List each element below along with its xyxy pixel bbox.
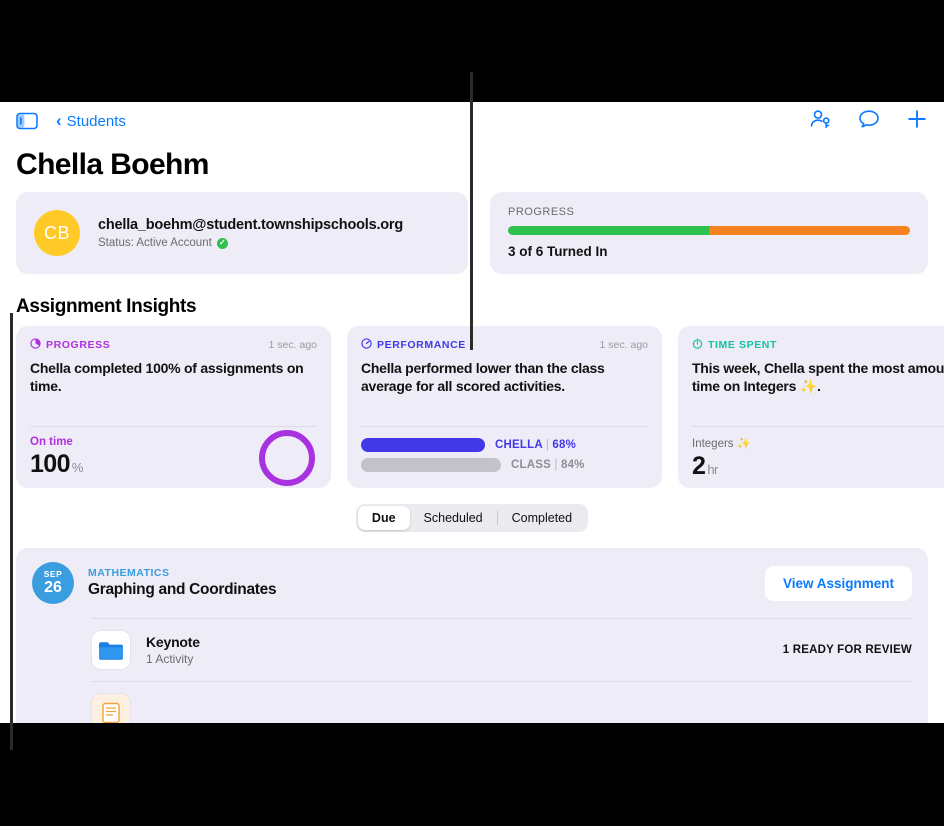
tab-due[interactable]: Due <box>357 506 410 530</box>
account-email: chella_boehm@student.townshipschools.org <box>98 217 404 233</box>
insight-kicker-label: PERFORMANCE <box>377 339 466 351</box>
progress-label: PROGRESS <box>508 206 575 218</box>
performance-legend-class-value: 84% <box>560 459 585 471</box>
performance-bar-row-student: CHELLA | 68% <box>361 438 648 452</box>
account-status-label: Status: Active Account <box>98 237 212 249</box>
filter-tabs: Due Scheduled Completed <box>355 504 589 532</box>
assignment-subject: MATHEMATICS <box>88 567 170 579</box>
performance-bar-class <box>361 458 501 472</box>
performance-legend-separator: | <box>545 439 550 451</box>
insight-divider <box>692 426 944 427</box>
insight-footer: Integers ✨ 2 hr <box>692 436 944 481</box>
assignment-header: SEP 26 MATHEMATICS Graphing and Coordina… <box>16 548 928 618</box>
insight-header: PROGRESS 1 sec. ago <box>30 338 317 352</box>
back-to-students-link[interactable]: ‹ Students <box>56 111 126 130</box>
account-status: Status: Active Account ✓ <box>98 237 403 249</box>
insight-kicker-time-spent: TIME SPENT <box>692 338 777 352</box>
activity-name: Keynote <box>146 634 200 650</box>
insight-footer: CHELLA | 68% CLASS | 84% <box>361 436 648 472</box>
speedometer-icon <box>361 338 372 352</box>
activity-row-pages[interactable] <box>16 682 928 723</box>
performance-legend-student: CHELLA | 68% <box>495 439 576 451</box>
account-card: CB chella_boehm@student.townshipschools.… <box>16 192 468 274</box>
progress-segment-turned-in <box>508 226 709 235</box>
measurement-line-vertical-left <box>10 313 13 750</box>
progress-segment-remaining <box>709 226 910 235</box>
insight-body-text: Chella completed 100% of assignments on … <box>30 360 304 395</box>
performance-legend-separator: | <box>554 459 558 471</box>
activity-row-keynote[interactable]: Keynote 1 Activity 1 READY FOR REVIEW <box>16 619 928 681</box>
measurement-line-vertical-top <box>470 72 473 350</box>
performance-legend-class: CLASS | 84% <box>511 459 585 471</box>
screenshot-root: ‹ Students Chella Boehm CB chella_boehm@… <box>0 0 944 826</box>
account-details: chella_boehm@student.townshipschools.org… <box>98 217 403 249</box>
progress-summary: 3 of 6 Turned In <box>508 244 608 259</box>
assignment-meta: MATHEMATICS Graphing and Coordinates <box>88 567 277 599</box>
pages-document-icon <box>92 694 130 723</box>
insight-timestamp: 1 sec. ago <box>599 339 648 351</box>
progress-bar <box>508 226 910 235</box>
progress-pie-icon <box>30 338 41 352</box>
assignment-date-day: 26 <box>44 578 62 596</box>
plus-icon[interactable] <box>906 108 928 135</box>
performance-bar-student <box>361 438 485 452</box>
assignment-date-badge: SEP 26 <box>32 562 74 604</box>
progress-card: PROGRESS 3 of 6 Turned In <box>490 192 928 274</box>
activity-status: 1 READY FOR REVIEW <box>782 644 912 656</box>
filter-tabs-wrapper: Due Scheduled Completed <box>0 488 944 542</box>
performance-legend-student-value: 68% <box>552 439 577 451</box>
insight-header: PERFORMANCE 1 sec. ago <box>361 338 648 352</box>
insight-kicker-performance: PERFORMANCE <box>361 338 466 352</box>
sidebar-toggle-icon[interactable] <box>16 112 38 130</box>
assignment-card: SEP 26 MATHEMATICS Graphing and Coordina… <box>16 548 928 723</box>
tab-completed[interactable]: Completed <box>498 506 586 530</box>
insight-card-time-spent[interactable]: TIME SPENT 1 This week, Chella spent the… <box>678 326 944 488</box>
insight-body-text: Chella performed lower than the class av… <box>361 360 605 395</box>
insight-metric-value: 2 hr <box>692 452 944 481</box>
add-person-icon[interactable] <box>810 109 832 134</box>
progress-ring <box>259 430 315 486</box>
insight-metric-number: 2 <box>692 452 706 480</box>
insight-timestamp: 1 sec. ago <box>268 339 317 351</box>
insight-divider <box>361 426 648 427</box>
insight-body-text: This week, Chella spent the most amount … <box>692 360 944 395</box>
assignment-date-month: SEP <box>43 569 63 580</box>
insights-row: PROGRESS 1 sec. ago Chella completed 100… <box>0 326 944 488</box>
insight-kicker-progress: PROGRESS <box>30 338 110 352</box>
activity-subtitle: 1 Activity <box>146 652 194 666</box>
insight-header: TIME SPENT 1 <box>692 338 944 352</box>
insight-kicker-label: PROGRESS <box>46 339 111 351</box>
back-link-label: Students <box>66 112 126 130</box>
assignment-name: Graphing and Coordinates <box>88 581 277 598</box>
keynote-folder-icon <box>92 631 130 669</box>
insight-kicker-label: TIME SPENT <box>708 339 778 351</box>
nav-right-group <box>810 108 928 135</box>
insight-metric-unit: hr <box>707 462 718 477</box>
insight-card-progress[interactable]: PROGRESS 1 sec. ago Chella completed 100… <box>16 326 331 488</box>
insight-metric-unit: % <box>71 460 84 475</box>
insight-metric-number: 100 <box>30 450 71 478</box>
avatar: CB <box>34 210 80 256</box>
insight-divider <box>30 426 317 427</box>
message-icon[interactable] <box>858 109 880 134</box>
insight-metric-label: Integers ✨ <box>692 438 752 450</box>
performance-legend-student-name: CHELLA <box>495 439 543 451</box>
verified-check-icon: ✓ <box>216 237 228 249</box>
activity-meta: Keynote 1 Activity <box>146 634 200 666</box>
view-assignment-button[interactable]: View Assignment <box>764 565 912 601</box>
nav-left-group: ‹ Students <box>16 112 126 130</box>
performance-legend-class-name: CLASS <box>511 459 551 471</box>
performance-bar-row-class: CLASS | 84% <box>361 458 648 472</box>
tab-scheduled[interactable]: Scheduled <box>410 506 497 530</box>
stopwatch-icon <box>692 338 703 352</box>
chevron-left-icon: ‹ <box>56 111 62 130</box>
insight-card-performance[interactable]: PERFORMANCE 1 sec. ago Chella performed … <box>347 326 662 488</box>
